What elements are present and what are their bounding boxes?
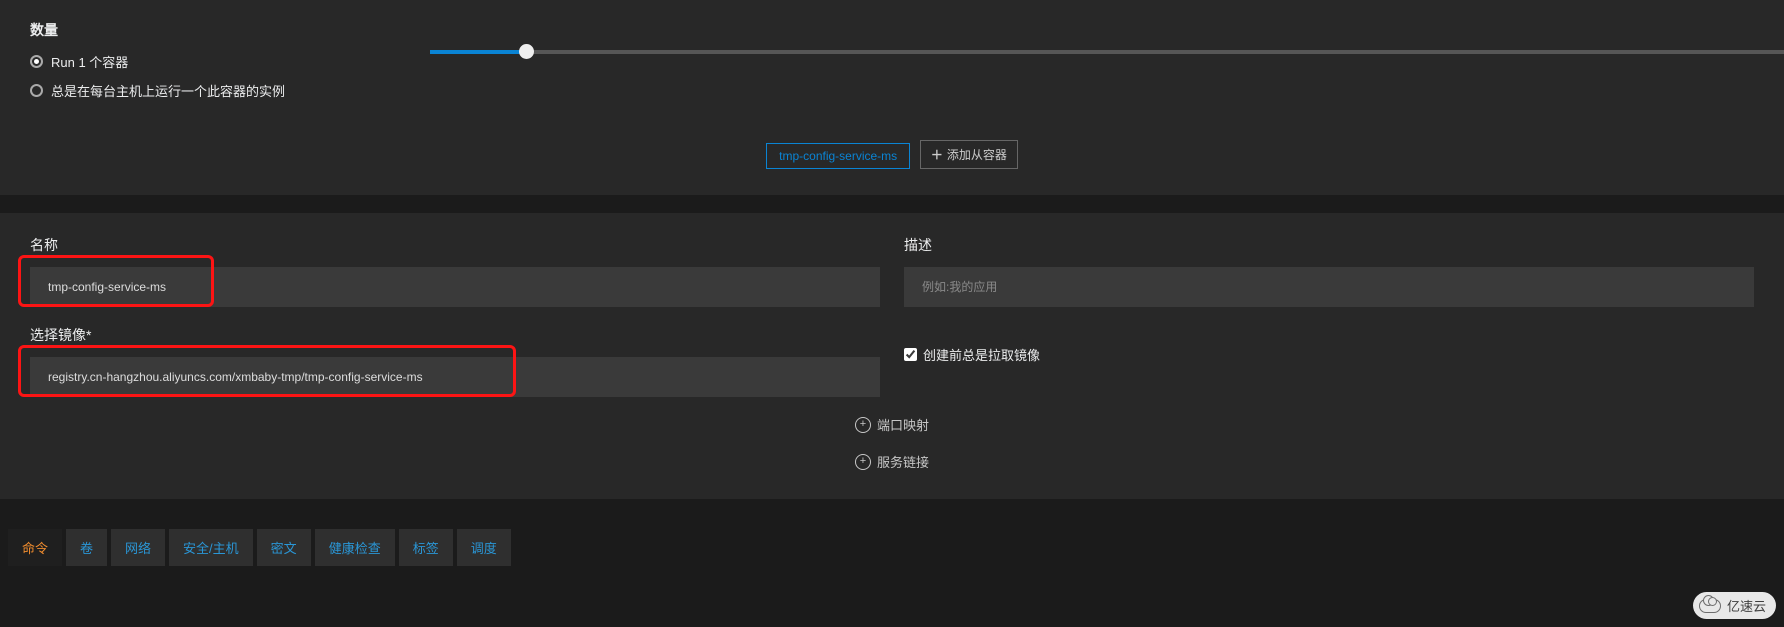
image-label: 选择镜像* [30,325,880,345]
always-pull-checkbox-row[interactable]: 创建前总是拉取镜像 [904,345,1754,364]
tab-command[interactable]: 命令 [8,529,62,566]
description-label: 描述 [904,235,1754,255]
service-link-link[interactable]: + 服务链接 [30,452,1754,471]
service-link-label: 服务链接 [877,452,929,471]
port-mapping-link[interactable]: + 端口映射 [30,415,1754,434]
container-pill-row: tmp-config-service-ms ＋ 添加从容器 [30,140,1754,169]
always-pull-label: 创建前总是拉取镜像 [923,345,1040,364]
description-input[interactable] [904,267,1754,307]
plus-circle-icon: + [855,417,871,433]
port-mapping-label: 端口映射 [877,415,929,434]
plus-circle-icon: + [855,454,871,470]
tab-health-check[interactable]: 健康检查 [315,529,395,566]
tab-security-host[interactable]: 安全/主机 [169,529,253,566]
name-label: 名称 [30,235,880,255]
quantity-title: 数量 [30,20,1754,40]
quantity-option-always-one[interactable]: 总是在每台主机上运行一个此容器的实例 [30,81,1754,100]
form-col-right: 描述 创建前总是拉取镜像 [904,235,1754,397]
quantity-option-run-n[interactable]: Run 1 个容器 [30,52,1754,71]
watermark: 亿速云 [1693,592,1776,619]
container-count-slider[interactable] [430,50,1784,54]
radio-label: 总是在每台主机上运行一个此容器的实例 [51,81,285,100]
plus-icon: ＋ [931,146,943,163]
tab-secrets[interactable]: 密文 [257,529,311,566]
slider-track [430,50,1784,54]
cloud-icon [1699,599,1721,613]
form-col-left: 名称 选择镜像* [30,235,880,397]
name-input[interactable] [30,267,880,307]
add-secondary-label: 添加从容器 [947,146,1007,163]
primary-container-pill[interactable]: tmp-config-service-ms [766,143,910,169]
tab-labels[interactable]: 标签 [399,529,453,566]
always-pull-checkbox[interactable] [904,348,917,361]
watermark-text: 亿速云 [1727,596,1766,615]
slider-fill [430,50,525,54]
quantity-panel: 数量 Run 1 个容器 总是在每台主机上运行一个此容器的实例 tmp-conf… [0,0,1784,195]
tab-scheduling[interactable]: 调度 [457,529,511,566]
image-input[interactable] [30,357,880,397]
tab-network[interactable]: 网络 [111,529,165,566]
slider-handle[interactable] [519,44,534,59]
radio-icon [30,84,43,97]
settings-tabs: 命令 卷 网络 安全/主机 密文 健康检查 标签 调度 [0,529,1784,566]
tab-volumes[interactable]: 卷 [66,529,107,566]
radio-label: Run 1 个容器 [51,52,128,71]
container-form-panel: 名称 选择镜像* 描述 创建前总是拉取镜像 + 端 [0,213,1784,499]
radio-icon [30,55,43,68]
add-secondary-container-button[interactable]: ＋ 添加从容器 [920,140,1018,169]
